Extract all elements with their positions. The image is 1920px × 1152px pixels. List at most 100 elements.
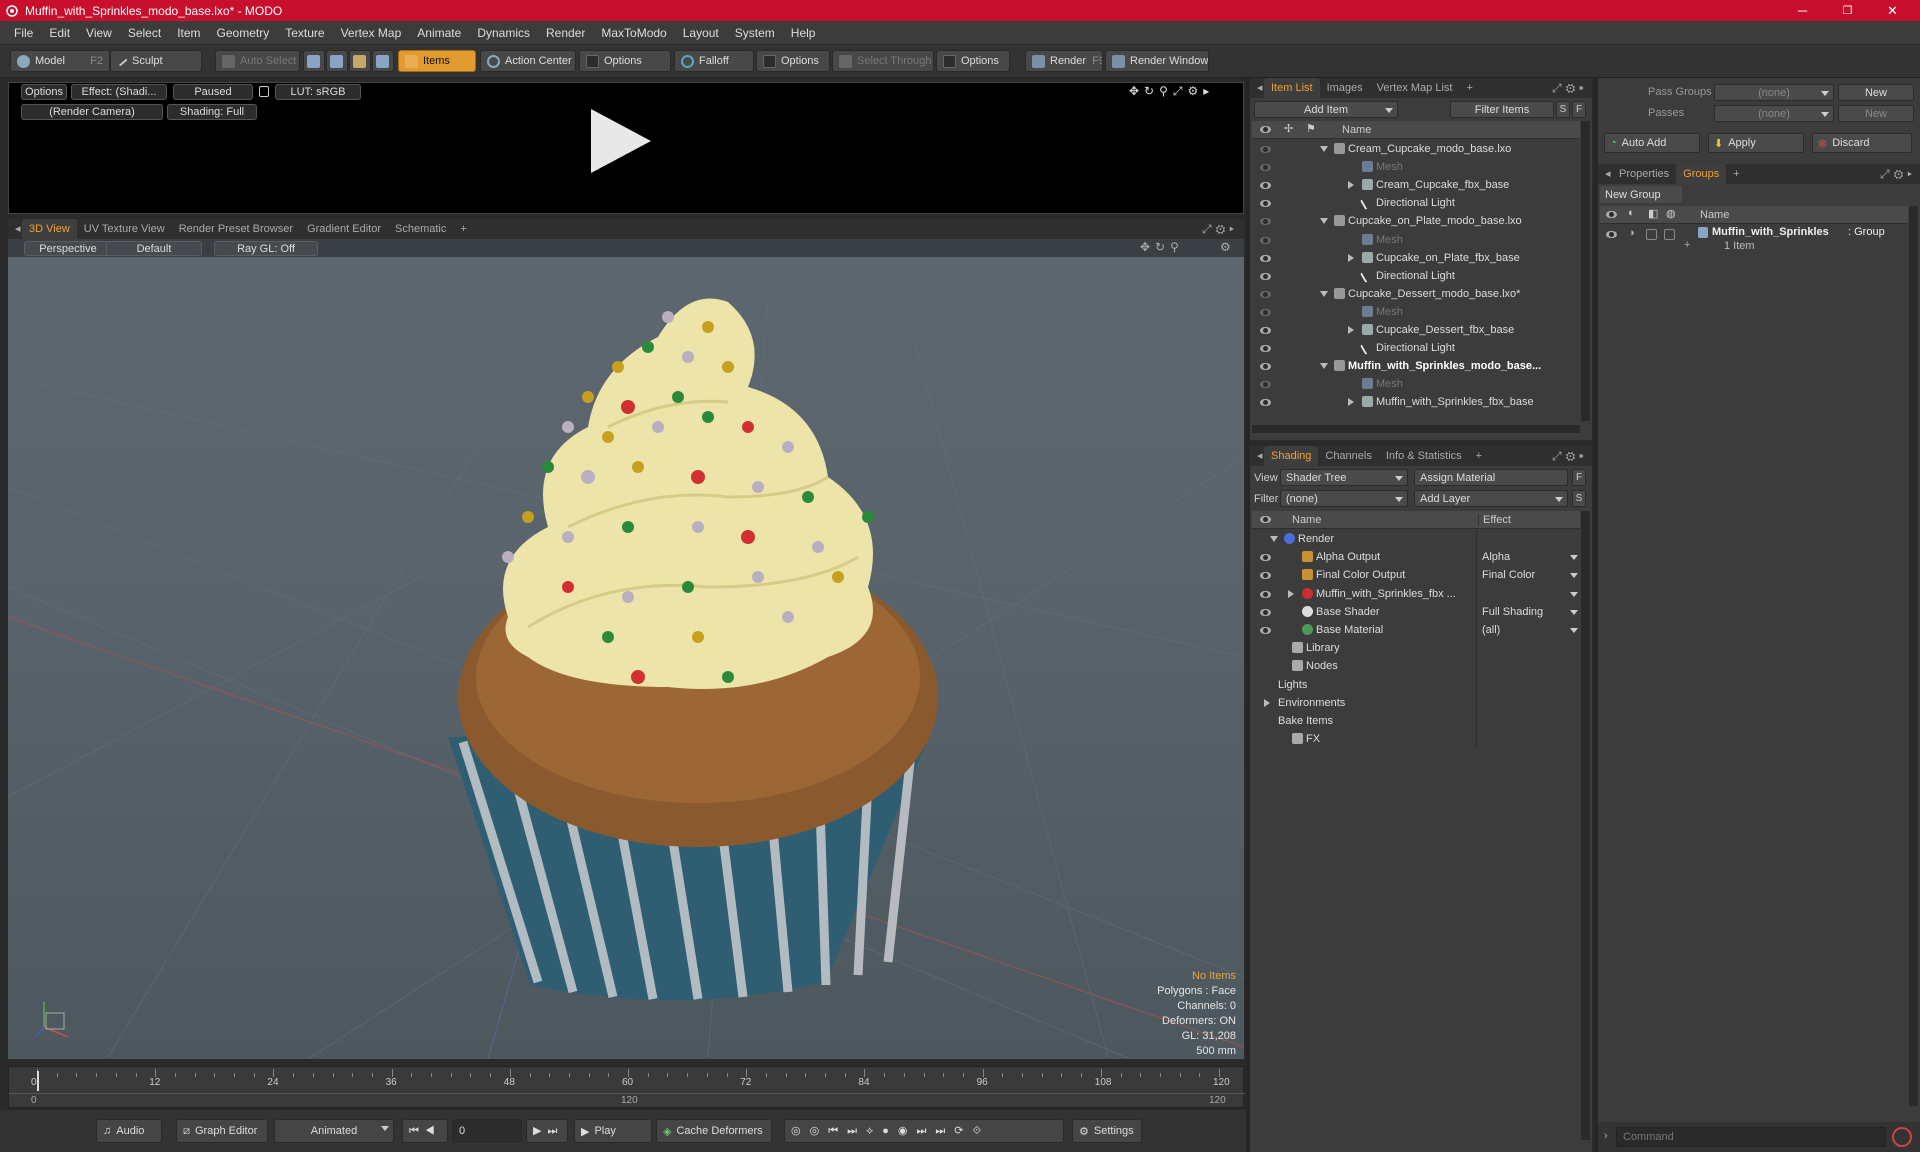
shader-tree-row[interactable]: Alpha Output Alpha	[1252, 548, 1580, 567]
tab-strip-menu-icon[interactable]: ◂	[1598, 164, 1612, 184]
preview-options-button[interactable]: Options	[21, 84, 67, 100]
group-render-icon[interactable]: ◑	[1628, 227, 1635, 239]
add-tab-button[interactable]: +	[1459, 78, 1479, 98]
tab-vertex-map-list[interactable]: Vertex Map List	[1370, 78, 1460, 98]
step-forward-buttons[interactable]: ▶⏭	[526, 1119, 568, 1143]
menu-texture[interactable]: Texture	[277, 26, 332, 40]
viewport-settings-icon[interactable]: ⚙	[1220, 240, 1231, 254]
tab-channels[interactable]: Channels	[1318, 446, 1378, 466]
viewport-nav-icons[interactable]: ✥↻⚲	[1140, 240, 1184, 254]
item-list-row[interactable]: Mesh	[1252, 375, 1580, 393]
audio-button[interactable]: ♫ Audio	[96, 1119, 162, 1143]
visibility-eye-icon[interactable]	[1260, 308, 1271, 316]
visibility-eye-icon[interactable]	[1260, 590, 1271, 598]
new-pass-button[interactable]: New	[1838, 105, 1914, 122]
tab-item-list[interactable]: Item List	[1264, 78, 1320, 98]
visibility-eye-icon[interactable]	[1260, 254, 1271, 262]
shader-tree-row[interactable]: Muffin_with_Sprinkles_fbx ...	[1252, 584, 1580, 603]
edges-mode-button[interactable]	[326, 50, 348, 72]
visibility-eye-icon[interactable]	[1260, 345, 1271, 353]
menu-geometry[interactable]: Geometry	[209, 26, 278, 40]
item-list-row[interactable]: Cupcake_Dessert_modo_base.lxo*	[1252, 285, 1580, 303]
cache-deformers-button[interactable]: ◈ Cache Deformers	[656, 1119, 772, 1143]
discard-button[interactable]: ⊗ Discard	[1812, 133, 1912, 153]
visibility-eye-icon[interactable]	[1260, 290, 1271, 298]
tab-groups[interactable]: Groups	[1676, 164, 1727, 184]
visibility-eye-icon[interactable]	[1260, 200, 1271, 208]
shader-tree-row[interactable]: Environments	[1252, 693, 1580, 712]
shader-tree-row[interactable]: Base Material (all)	[1252, 621, 1580, 639]
playhead[interactable]	[37, 1071, 39, 1091]
visibility-eye-icon[interactable]	[1260, 218, 1271, 226]
visibility-eye-icon[interactable]	[1260, 608, 1271, 616]
panel-controls[interactable]: ⤢⚙▸	[1880, 167, 1916, 182]
add-tab-button[interactable]: +	[453, 219, 473, 239]
3d-viewport[interactable]: Perspective Default Ray GL: Off ✥↻⚲ ⚙ No…	[8, 239, 1244, 1059]
effect-dropdown[interactable]: Effect: (Shadi...	[71, 84, 167, 100]
menu-select[interactable]: Select	[120, 26, 169, 40]
select-through-button[interactable]: Select Through	[832, 50, 934, 72]
effect-dropdown-arrow[interactable]	[1570, 628, 1578, 633]
menu-help[interactable]: Help	[783, 26, 824, 40]
item-list-row[interactable]: Cupcake_on_Plate_modo_base.lxo	[1252, 212, 1580, 230]
play-button[interactable]: ▶ Play	[574, 1119, 652, 1143]
item-list-row[interactable]: Cupcake_Dessert_fbx_base	[1252, 321, 1580, 339]
item-list-row[interactable]: Muffin_with_Sprinkles_fbx_base	[1252, 393, 1580, 411]
items-mode-button[interactable]: Items	[398, 50, 476, 72]
add-tab-button[interactable]: +	[1469, 446, 1489, 466]
graph-editor-button[interactable]: ⧄ Graph Editor	[176, 1119, 268, 1143]
tab-shading[interactable]: Shading	[1264, 446, 1319, 466]
item-list-row[interactable]: Muffin_with_Sprinkles_modo_base...	[1252, 357, 1580, 375]
collapse-arrow-icon[interactable]	[1320, 218, 1328, 225]
key-navigation-buttons[interactable]: ◎◎⏮⏭⟡●◉⏭⏭⟳⟐	[784, 1119, 1064, 1143]
collapse-arrow-icon[interactable]	[1320, 290, 1328, 297]
menu-animate[interactable]: Animate	[409, 26, 469, 40]
menu-file[interactable]: File	[6, 26, 41, 40]
raygl-dropdown[interactable]: Ray GL: Off	[214, 241, 318, 256]
tab-properties[interactable]: Properties	[1612, 164, 1676, 184]
lock-icon[interactable]	[259, 86, 269, 97]
item-list-hscrollbar[interactable]	[1252, 425, 1580, 433]
action-center-button[interactable]: Action Center	[480, 50, 576, 72]
expand-arrow-icon[interactable]	[1348, 398, 1354, 407]
polygons-mode-button[interactable]	[349, 50, 371, 72]
effect-dropdown-arrow[interactable]	[1570, 591, 1578, 597]
default-style-dropdown[interactable]: Default	[106, 241, 202, 256]
command-input[interactable]	[1616, 1127, 1886, 1147]
apply-button[interactable]: ⬇ Apply	[1708, 133, 1804, 153]
tab-info-statistics[interactable]: Info & Statistics	[1379, 446, 1469, 466]
paused-toggle[interactable]: Paused	[173, 84, 253, 100]
command-record-icon[interactable]	[1892, 1127, 1912, 1147]
tab-uv-texture-view[interactable]: UV Texture View	[77, 219, 172, 239]
shader-tree-row[interactable]: Lights	[1252, 675, 1580, 694]
group-select-checkbox[interactable]	[1664, 229, 1675, 240]
expand-arrow-icon[interactable]	[1348, 326, 1354, 334]
new-pass-group-button[interactable]: New	[1838, 84, 1914, 101]
shader-tree-row[interactable]: Bake Items	[1252, 712, 1580, 730]
viewport-panel-controls[interactable]: ⤢⚙▸	[1202, 222, 1238, 237]
menu-system[interactable]: System	[727, 26, 783, 40]
tab-schematic[interactable]: Schematic	[388, 219, 453, 239]
menu-layout[interactable]: Layout	[675, 26, 727, 40]
render-camera-dropdown[interactable]: (Render Camera)	[21, 104, 163, 120]
play-icon[interactable]	[591, 109, 651, 173]
menu-edit[interactable]: Edit	[41, 26, 78, 40]
expand-group-icon[interactable]: +	[1684, 239, 1690, 251]
group-visibility-icon[interactable]	[1606, 231, 1617, 238]
model-mode-button[interactable]: Model F2	[10, 50, 110, 72]
filter-dropdown[interactable]: (none)	[1280, 490, 1408, 507]
settings-button[interactable]: ⚙ Settings	[1072, 1119, 1142, 1143]
item-list-row[interactable]: Mesh	[1252, 231, 1580, 249]
animated-dropdown[interactable]: Animated	[274, 1119, 394, 1143]
visibility-eye-icon[interactable]	[1260, 627, 1271, 634]
visibility-eye-icon[interactable]	[1260, 327, 1271, 334]
item-list-row[interactable]: Directional Light	[1252, 267, 1580, 285]
falloff-options-button[interactable]: Options	[756, 50, 830, 72]
lut-dropdown[interactable]: LUT: sRGB	[275, 84, 361, 100]
command-expand-icon[interactable]: ›	[1604, 1130, 1608, 1142]
frame-input[interactable]: 0	[452, 1119, 522, 1143]
visibility-eye-icon[interactable]	[1260, 363, 1271, 371]
render-window-button[interactable]: Render Window	[1105, 50, 1209, 72]
visibility-eye-icon[interactable]	[1260, 272, 1271, 280]
maximize-button[interactable]: ❐	[1825, 0, 1870, 21]
